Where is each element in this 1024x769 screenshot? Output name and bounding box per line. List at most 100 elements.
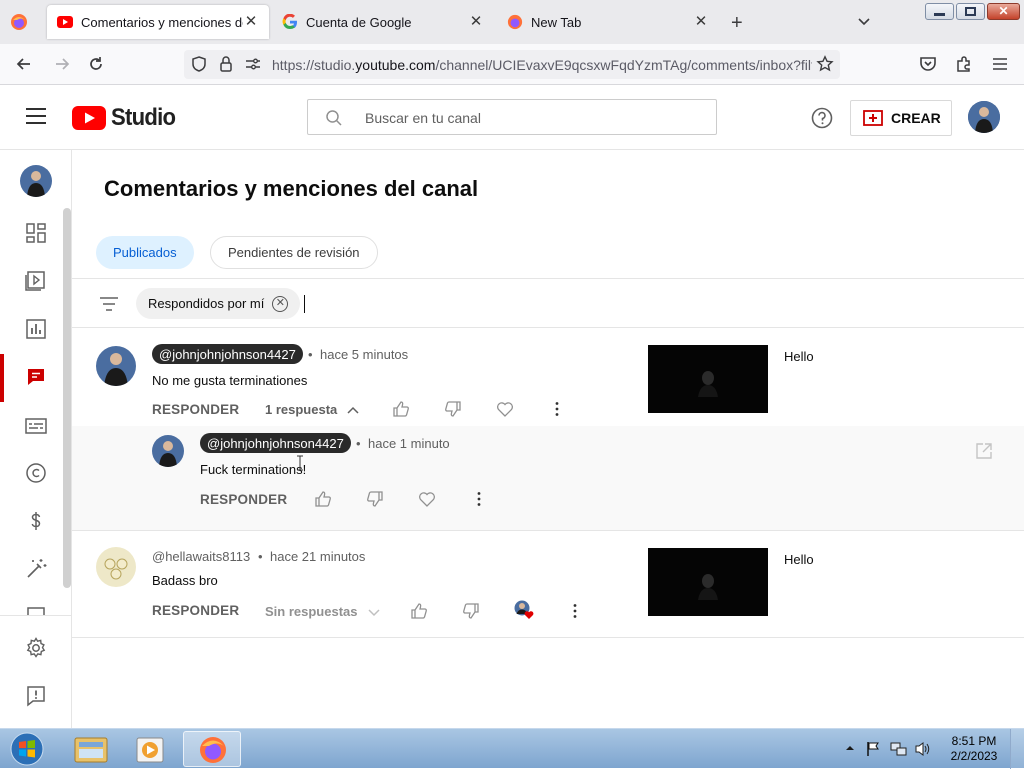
search-placeholder: Buscar en tu canal [365, 110, 481, 126]
reply-button[interactable]: RESPONDER [200, 492, 287, 507]
list-all-tabs-chevron-icon[interactable] [856, 13, 872, 29]
customization-wand-icon[interactable] [24, 557, 48, 581]
tab-title: Cuenta de Google [306, 14, 412, 30]
dashboard-icon[interactable] [24, 221, 48, 245]
close-tab-icon[interactable]: ✕ [468, 14, 484, 30]
url-bar[interactable]: https://studio.youtube.com/channel/UCIEv… [184, 50, 840, 79]
reply-button[interactable]: RESPONDER [152, 603, 239, 618]
reply-avatar[interactable] [152, 435, 184, 467]
close-window-button[interactable]: ✕ [987, 3, 1020, 20]
taskbar-media-player-icon[interactable] [122, 731, 180, 767]
tab-publicados[interactable]: Publicados [96, 236, 194, 269]
commenter-avatar[interactable] [96, 547, 136, 587]
network-icon[interactable] [890, 741, 908, 757]
permissions-icon[interactable] [244, 56, 262, 72]
copyright-icon[interactable] [24, 461, 48, 485]
more-options-icon[interactable] [548, 400, 566, 418]
hamburger-menu-icon[interactable] [990, 54, 1010, 74]
monetization-icon[interactable] [24, 509, 48, 533]
restore-window-button[interactable] [956, 3, 985, 20]
show-hidden-icons-icon[interactable] [845, 743, 855, 753]
active-nav-indicator [0, 354, 4, 402]
commenter-handle[interactable]: @hellawaits8113 [152, 546, 250, 566]
close-tab-icon[interactable]: ✕ [693, 14, 709, 30]
more-options-icon[interactable] [470, 490, 488, 508]
filter-icon[interactable] [99, 296, 119, 312]
studio-menu-icon[interactable] [26, 108, 46, 124]
open-in-new-icon[interactable] [975, 442, 993, 460]
remove-filter-icon[interactable]: ✕ [272, 295, 289, 312]
heart-icon[interactable] [418, 490, 436, 508]
sidebar-scrollbar[interactable] [63, 208, 71, 588]
show-desktop-button[interactable] [1010, 729, 1024, 769]
volume-icon[interactable] [914, 741, 932, 757]
system-clock[interactable]: 8:51 PM 2/2/2023 [946, 734, 1002, 764]
tracking-protection-shield-icon[interactable] [190, 55, 208, 73]
comment-divider [72, 637, 1024, 638]
filter-chip[interactable]: Respondidos por mí ✕ [136, 288, 301, 319]
video-thumbnail[interactable] [648, 548, 768, 616]
send-feedback-icon[interactable] [24, 684, 48, 708]
reply-handle[interactable]: @johnjohnjohnson4427 [200, 433, 351, 453]
commenter-avatar[interactable] [96, 346, 136, 386]
reload-icon[interactable] [86, 54, 106, 74]
like-icon[interactable] [314, 490, 332, 508]
subtitles-icon[interactable] [24, 414, 48, 438]
pocket-icon[interactable] [918, 54, 938, 74]
reply-time[interactable]: hace 1 minuto [368, 436, 450, 451]
lock-icon[interactable] [218, 55, 234, 73]
video-thumbnail[interactable] [648, 345, 768, 413]
commenter-handle[interactable]: @johnjohnjohnson4427 [152, 344, 303, 364]
tab-new-tab[interactable]: New Tab ✕ [497, 5, 719, 39]
minimize-window-button[interactable] [925, 3, 954, 20]
dislike-icon[interactable] [366, 490, 384, 508]
windows-taskbar: 8:51 PM 2/2/2023 [0, 728, 1024, 769]
taskbar-firefox-icon[interactable] [183, 731, 241, 767]
tab-cuenta-google[interactable]: Cuenta de Google ✕ [272, 5, 494, 39]
like-icon[interactable] [410, 602, 428, 620]
search-input[interactable]: Buscar en tu canal [307, 99, 717, 135]
audio-library-icon[interactable] [24, 605, 48, 615]
channel-avatar[interactable] [20, 165, 52, 197]
close-tab-icon[interactable]: ✕ [243, 14, 259, 30]
more-options-icon[interactable] [566, 602, 584, 620]
account-avatar[interactable] [968, 101, 1000, 133]
taskbar-explorer-icon[interactable] [62, 731, 120, 767]
comment-time[interactable]: hace 21 minutos [270, 549, 365, 564]
filter-bar: Respondidos por mí ✕ [72, 278, 1024, 328]
video-title[interactable]: Hello [784, 552, 814, 567]
comment-thread-1: @johnjohnjohnson4427 • hace 5 minutos No… [72, 328, 1024, 426]
creator-hearted-icon[interactable] [514, 600, 534, 620]
windows-start-button[interactable] [8, 731, 46, 767]
video-title[interactable]: Hello [784, 349, 814, 364]
comments-icon[interactable] [24, 365, 48, 389]
action-center-flag-icon[interactable] [866, 741, 880, 757]
replies-toggle[interactable]: 1 respuesta [265, 402, 359, 417]
back-arrow-icon[interactable] [14, 54, 34, 74]
google-favicon-icon [282, 14, 298, 30]
analytics-icon[interactable] [24, 317, 48, 341]
content-icon[interactable] [24, 269, 48, 293]
new-tab-plus-icon[interactable]: + [731, 12, 743, 35]
main-content: Comentarios y menciones del canal Public… [72, 150, 1024, 728]
like-icon[interactable] [392, 400, 410, 418]
filter-text-cursor[interactable] [304, 295, 305, 313]
replies-toggle[interactable]: Sin respuestas [265, 604, 380, 619]
youtube-logo-icon [72, 106, 106, 130]
dislike-icon[interactable] [462, 602, 480, 620]
extensions-puzzle-icon[interactable] [954, 54, 974, 74]
tab-comentarios[interactable]: Comentarios y menciones del c ✕ [47, 5, 269, 39]
dislike-icon[interactable] [444, 400, 462, 418]
heart-icon[interactable] [496, 400, 514, 418]
forward-arrow-icon[interactable] [52, 54, 72, 74]
firefox-menu-icon[interactable] [10, 13, 28, 31]
studio-sidebar [0, 150, 72, 728]
comment-time[interactable]: hace 5 minutos [320, 347, 408, 362]
create-button[interactable]: CREAR [850, 100, 952, 136]
bookmark-star-icon[interactable] [816, 55, 834, 73]
tab-pendientes-revision[interactable]: Pendientes de revisión [210, 236, 378, 269]
help-icon[interactable] [811, 107, 833, 129]
settings-gear-icon[interactable] [24, 636, 48, 660]
youtube-studio-logo[interactable]: Studio [72, 104, 181, 132]
reply-button[interactable]: RESPONDER [152, 402, 239, 417]
